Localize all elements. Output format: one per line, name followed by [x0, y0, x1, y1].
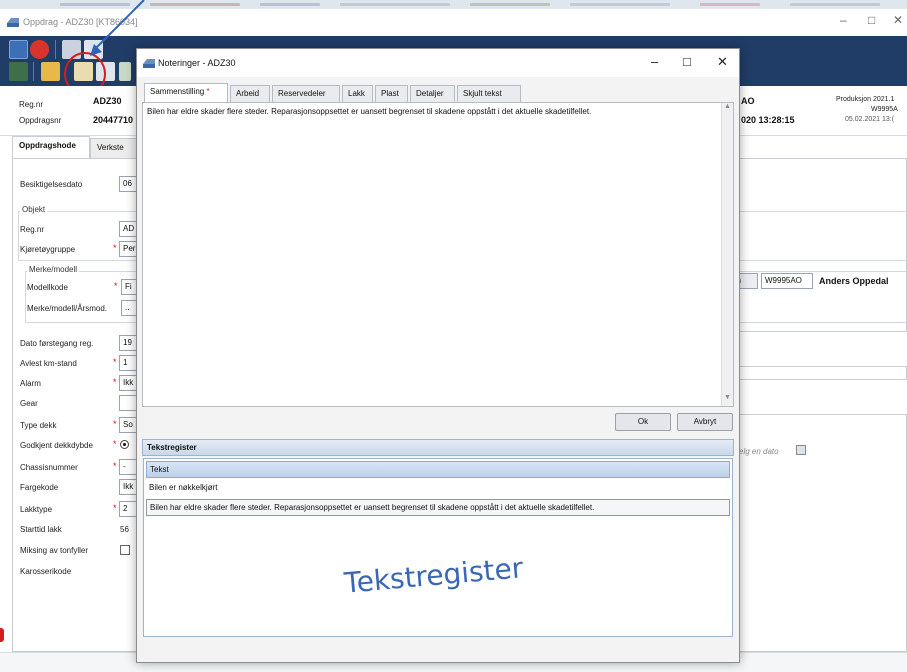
tab-skjult-tekst[interactable]: Skjult tekst [457, 85, 521, 102]
tab-sammenstilling-label: Sammenstilling [150, 87, 205, 96]
notes-scrollbar[interactable]: ▲ ▼ [721, 103, 733, 406]
dialog-close-icon[interactable]: ✕ [717, 54, 728, 70]
regnr-label: Reg.nr [19, 100, 44, 109]
tab-lakk[interactable]: Lakk [342, 85, 373, 102]
save-icon[interactable] [9, 40, 28, 59]
export-icon[interactable] [119, 62, 131, 81]
lakktype-label: Lakktype [20, 505, 53, 514]
noteringer-dialog: Noteringer - ADZ30 – □ ✕ Sammenstilling … [136, 48, 740, 663]
toolbar-separator [33, 62, 34, 81]
notes-textarea[interactable]: Bilen har eldre skader flere steder. Rep… [142, 102, 734, 407]
tab-reservedeler[interactable]: Reservedeler [272, 85, 340, 102]
calendar-icon[interactable] [796, 445, 806, 455]
user-code-short: W9995A [871, 106, 898, 113]
chassisnummer-label: Chassisnummer [20, 463, 78, 472]
miksing-label: Miksing av tonfyller [20, 546, 89, 555]
dialog-minimize-icon[interactable]: – [651, 54, 658, 69]
dialog-app-icon [143, 59, 155, 68]
app-icon [7, 18, 19, 27]
modellkode-label: Modellkode [27, 283, 68, 292]
tab-required-marker: * [206, 87, 210, 96]
tab-plast[interactable]: Plast [375, 85, 408, 102]
scroll-down-icon[interactable]: ▼ [722, 394, 733, 406]
edge-marker [0, 628, 4, 642]
regnr-form-label: Reg.nr [20, 225, 45, 234]
notes-box-2[interactable] [728, 379, 907, 415]
besiktigelsesdato-label: Besiktigelsesdato [20, 180, 83, 189]
user-name: Anders Oppedal [819, 276, 889, 286]
required-marker: * [113, 419, 117, 429]
required-marker: * [113, 503, 117, 513]
user-code-field[interactable]: W9995AO [761, 273, 813, 289]
dialog-title-bar: Noteringer - ADZ30 – □ ✕ [137, 49, 739, 77]
required-marker: * [114, 281, 118, 291]
oppdragsnr-label: Oppdragsnr [19, 116, 62, 125]
folder-icon[interactable] [41, 62, 60, 81]
dialog-maximize-icon[interactable]: □ [683, 54, 691, 69]
scroll-up-icon[interactable]: ▲ [722, 103, 733, 115]
required-marker: * [113, 439, 117, 449]
tab-arbeid[interactable]: Arbeid [230, 85, 270, 102]
dekkdybde-radio-yes[interactable] [120, 440, 129, 449]
required-marker: * [113, 461, 117, 471]
merke-modell-arsmod-label: Merke/modell/Årsmod. [27, 304, 108, 313]
production-date: 05.02.2021 13:( [845, 116, 895, 123]
dialog-title: Noteringer - ADZ30 [158, 58, 236, 68]
tab-detaljer[interactable]: Detaljer [410, 85, 455, 102]
tree-icon[interactable] [9, 62, 28, 81]
godkjent-dekkdybde-label: Godkjent dekkdybde [20, 441, 93, 450]
dato-forstegang-label: Dato førstegang reg. [20, 339, 94, 348]
kjoretoygruppe-label: Kjøretøygruppe [20, 245, 76, 254]
tekstregister-column-header[interactable]: Tekst [146, 461, 730, 478]
tekstregister-watermark: Tekstregister [342, 551, 525, 600]
ok-button[interactable]: Ok [615, 413, 671, 431]
close-icon[interactable]: ✕ [893, 13, 903, 27]
starttid-lakk-value: 56 [120, 525, 129, 534]
objekt-group-title: Objekt [20, 205, 48, 214]
date-placeholder: elg en dato [739, 447, 779, 456]
required-marker: * [113, 243, 117, 253]
starttid-lakk-label: Starttid lakk [20, 525, 62, 534]
minimize-icon[interactable]: – [840, 13, 847, 27]
tekstregister-row[interactable]: Bilen har eldre skader flere steder. Rep… [146, 499, 730, 516]
toolbar-separator [55, 40, 56, 59]
tekstregister-header: Tekstregister [142, 439, 734, 456]
header-datetime: 020 13:28:15 [741, 115, 795, 125]
tekstregister-list: Tekst Bilen er nøkkelkjørt Bilen har eld… [143, 458, 733, 637]
alarm-label: Alarm [20, 379, 41, 388]
miksing-checkbox[interactable] [120, 545, 130, 555]
maximize-icon[interactable]: □ [868, 13, 875, 27]
tab-oppdragshode[interactable]: Oppdragshode [12, 136, 90, 158]
required-marker: * [113, 377, 117, 387]
tab-sammenstilling[interactable]: Sammenstilling * [144, 83, 228, 102]
delete-icon[interactable] [30, 40, 49, 59]
avlest-km-label: Avlest km-stand [20, 359, 77, 368]
oppdragsnr-value: 20447710 [93, 115, 134, 125]
tekstregister-row[interactable]: Bilen er nøkkelkjørt [146, 480, 730, 497]
notes-box-1[interactable] [728, 331, 907, 367]
regnr-value: ADZ30 [93, 96, 122, 106]
header-right-code: AO [741, 96, 755, 106]
karosserikode-label: Karosserikode [20, 567, 72, 576]
fargekode-label: Fargekode [20, 483, 59, 492]
produksjon-label: Produksjon 2021.1 [836, 96, 895, 103]
tab-verksted[interactable]: Verkste [90, 138, 140, 158]
notes-text: Bilen har eldre skader flere steder. Rep… [147, 107, 592, 116]
gear-label: Gear [20, 399, 38, 408]
required-marker: * [113, 357, 117, 367]
cancel-button[interactable]: Avbryt [677, 413, 733, 431]
type-dekk-label: Type dekk [20, 421, 57, 430]
merke-modell-group-title: Merke/modell [27, 265, 80, 274]
